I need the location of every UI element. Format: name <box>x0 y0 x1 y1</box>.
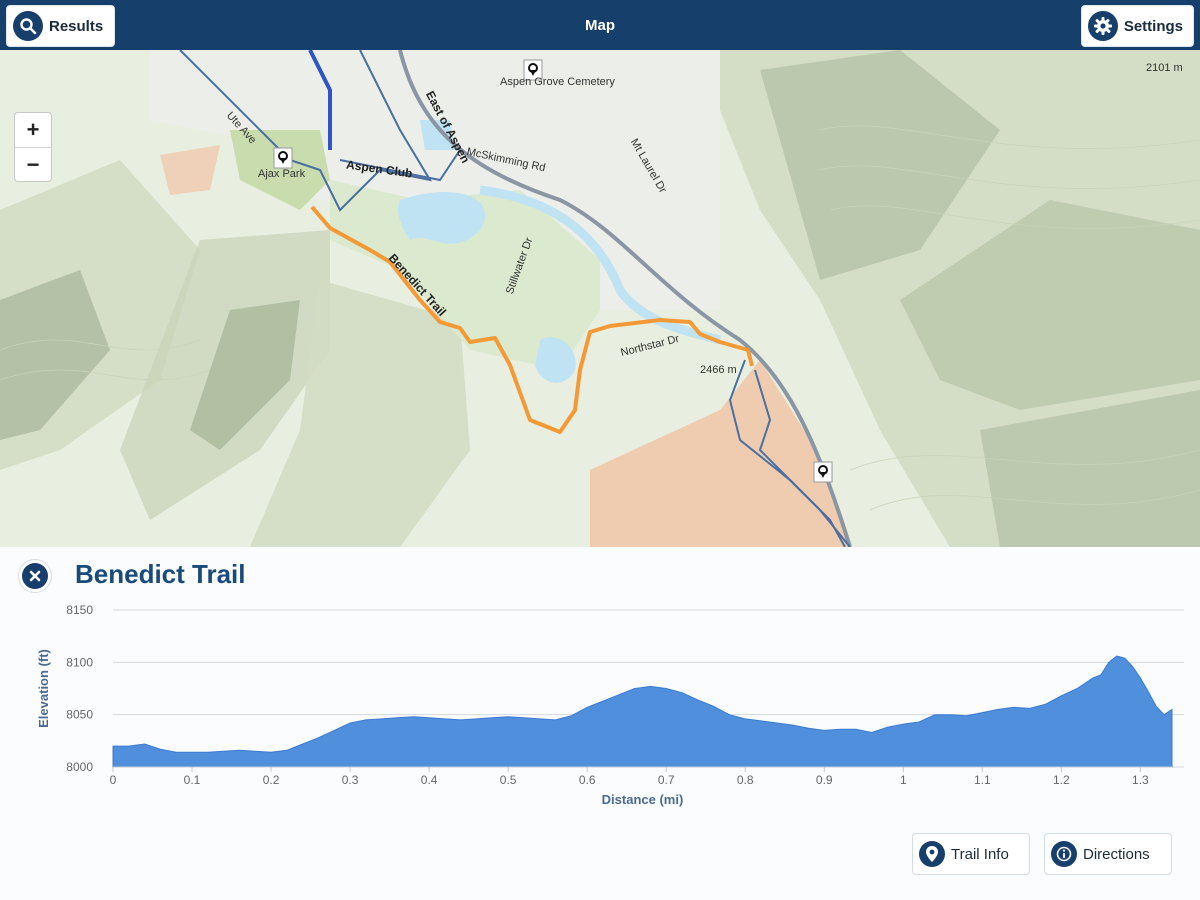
x-tick-label: 0 <box>110 773 117 787</box>
y-tick-label: 8050 <box>66 708 93 722</box>
zoom-out-button[interactable]: − <box>15 147 51 181</box>
page-title: Map <box>585 17 615 34</box>
zoom-in-button[interactable]: + <box>15 113 51 147</box>
top-nav-bar: Results Map Settings <box>0 0 1200 50</box>
trail-title: Benedict Trail <box>75 559 246 589</box>
x-tick-label: 0.5 <box>500 773 517 787</box>
x-tick-label: 0.4 <box>421 773 438 787</box>
info-icon <box>1051 841 1077 867</box>
zoom-control: + − <box>14 112 52 182</box>
x-tick-label: 0.9 <box>816 773 833 787</box>
x-axis-title: Distance (mi) <box>602 792 684 807</box>
directions-label: Directions <box>1083 845 1150 863</box>
x-tick-label: 0.6 <box>579 773 596 787</box>
y-tick-label: 8000 <box>66 760 93 774</box>
x-tick-label: 1.1 <box>974 773 991 787</box>
map-pin-icon <box>273 147 293 169</box>
elevation-label: 2101 m <box>1146 62 1183 74</box>
settings-label: Settings <box>1123 17 1183 35</box>
x-tick-label: 1.2 <box>1053 773 1070 787</box>
x-tick-label: 0.7 <box>658 773 675 787</box>
map-pin-icon <box>813 461 833 483</box>
close-button[interactable] <box>18 559 52 593</box>
elevation-label: 2466 m <box>700 364 737 376</box>
trail-info-label: Trail Info <box>951 845 1009 863</box>
y-axis-title: Elevation (ft) <box>36 649 51 728</box>
trail-info-button[interactable]: Trail Info <box>912 833 1030 875</box>
park-label: Ajax Park <box>258 168 306 180</box>
elevation-area <box>112 655 1173 768</box>
directions-button[interactable]: Directions <box>1044 833 1172 875</box>
x-tick-label: 0.2 <box>263 773 280 787</box>
elevation-chart: 8000 8050 8100 8150 0 0.1 0.2 0.3 0.4 0.5 0.6 0.7 0.… <box>36 603 1184 807</box>
map-pin-icon <box>919 841 945 867</box>
map-view[interactable]: + − Ute Ave East of Aspen Aspen Club Ben… <box>0 50 1200 547</box>
y-tick-label: 8100 <box>66 655 93 669</box>
close-icon <box>22 563 48 589</box>
cemetery-label: Aspen Grove Cemetery <box>500 76 615 88</box>
x-tick-label: 1.3 <box>1132 773 1149 787</box>
river <box>398 191 486 244</box>
x-tick-label: 0.1 <box>184 773 201 787</box>
map-canvas[interactable] <box>0 50 1200 547</box>
x-tick-label: 0.3 <box>342 773 359 787</box>
settings-button[interactable]: Settings <box>1081 5 1194 47</box>
gear-icon <box>1088 11 1118 41</box>
y-tick-label: 8150 <box>66 603 93 617</box>
trail-detail-panel: Benedict Trail 8000 8050 8100 8150 0 0.1 0.2 0.… <box>0 547 1200 900</box>
x-tick-label: 0.8 <box>737 773 754 787</box>
x-tick-label: 1 <box>900 773 907 787</box>
app: Results Map Settings + − Ute Ave East of… <box>0 0 1200 900</box>
